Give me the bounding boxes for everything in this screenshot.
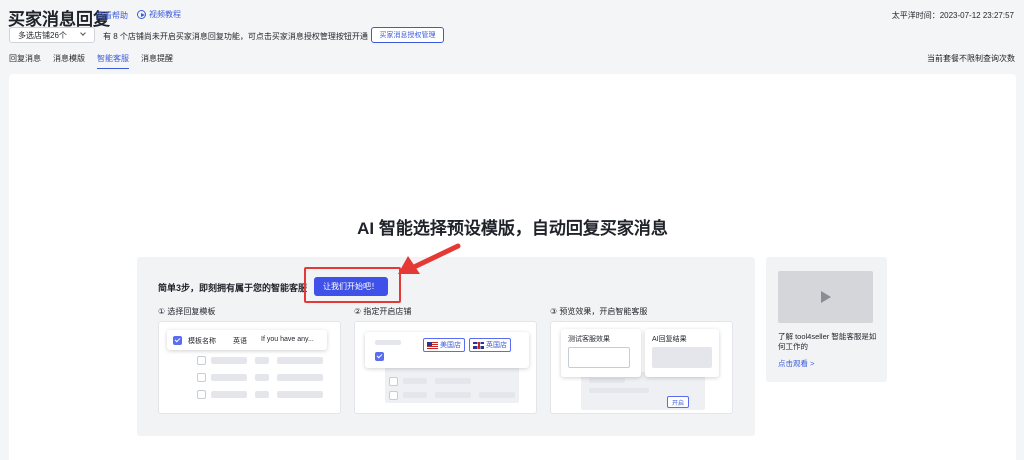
uk-flag-icon: [473, 341, 484, 349]
store-us-chip: 美国店: [423, 338, 465, 352]
store-us-label: 美国店: [440, 342, 461, 349]
main-panel: AI 智能选择预设模版，自动回复买家消息 简单3步，即刻拥有属于您的智能客服 让…: [9, 74, 1016, 460]
store-select[interactable]: 多选店铺26个: [9, 27, 95, 43]
content-cell: If you have any...: [261, 336, 314, 343]
skeleton-bar: [277, 357, 323, 364]
hero-title: AI 智能选择预设模版，自动回复买家消息: [357, 219, 668, 238]
quota-info: 当前套餐不限制查询次数: [927, 54, 1015, 63]
test-input-preview: [568, 347, 630, 368]
store-select-preview: 美国店 英国店: [365, 332, 529, 368]
ai-result-panel: AI回复结果: [645, 329, 719, 377]
step-3-label: ③ 预览效果，开启智能客服: [550, 307, 648, 316]
highlight-box: [304, 267, 401, 303]
tab-reply-messages[interactable]: 回复消息: [9, 53, 41, 69]
row-checkbox: [197, 373, 206, 382]
skeleton-block: [652, 347, 712, 368]
skeleton-bar: [403, 378, 427, 384]
template-name-cell: 模板名称: [188, 338, 216, 345]
step-1-label: ① 选择回复模板: [158, 307, 216, 316]
template-row-preview: 模板名称 英语 If you have any...: [167, 330, 327, 350]
skeleton-bar: [403, 392, 427, 398]
video-thumbnail[interactable]: [778, 271, 873, 323]
watch-link[interactable]: 点击观看 >: [778, 358, 814, 369]
row-checkbox: [389, 391, 398, 400]
annotation-arrow-icon: [398, 243, 461, 274]
test-service-panel: 测试客服效果: [561, 329, 641, 377]
skeleton-bar: [479, 392, 515, 398]
store-uk-label: 英国店: [486, 342, 507, 349]
tab-bar: 回复消息 消息模版 智能客服 消息提醒: [9, 53, 173, 69]
play-circle-icon: [137, 10, 146, 19]
skeleton-bar: [255, 391, 269, 398]
steps-title: 简单3步，即刻拥有属于您的智能客服: [158, 283, 308, 293]
skeleton-bar: [589, 378, 625, 383]
timezone-clock: 太平洋时间：2023-07-12 23:27:57: [891, 11, 1014, 20]
skeleton-bar: [255, 374, 269, 381]
step-3-card: 开启 测试客服效果 AI回复结果: [550, 321, 733, 414]
store-uk-chip: 英国店: [469, 338, 511, 352]
open-button-preview: 开启: [667, 396, 689, 408]
test-service-label: 测试客服效果: [568, 336, 610, 343]
step-1-card: 模板名称 英语 If you have any...: [158, 321, 341, 414]
row-checkbox: [197, 390, 206, 399]
help-link[interactable]: 查看帮助: [96, 10, 128, 21]
skeleton-bar: [277, 374, 323, 381]
video-tutorial-link[interactable]: 视频教程: [137, 9, 181, 20]
ai-result-label: AI回复结果: [652, 336, 687, 343]
store-notice: 有 8 个店铺尚未开启买家消息回复功能，可点击买家消息授权管理按钮开通: [103, 32, 368, 41]
step-2-label: ② 指定开启店铺: [354, 307, 412, 316]
step-2-card: 美国店 英国店: [354, 321, 537, 414]
tab-message-reminders[interactable]: 消息提醒: [141, 53, 173, 69]
row-checkbox: [389, 377, 398, 386]
skeleton-bar: [435, 378, 471, 384]
page-header: 买家消息回复 查看帮助 视频教程 太平洋时间：2023-07-12 23:27:…: [0, 0, 1024, 69]
skeleton-bar: [589, 388, 649, 393]
skeleton-bar: [435, 392, 471, 398]
skeleton-bar: [211, 374, 247, 381]
play-icon: [821, 291, 831, 303]
checkbox-checked-icon: [173, 336, 182, 345]
auth-management-button[interactable]: 买家消息授权管理: [371, 27, 444, 43]
chevron-down-icon: [80, 30, 86, 36]
tab-message-templates[interactable]: 消息模版: [53, 53, 85, 69]
language-cell: 英语: [233, 338, 247, 345]
tab-smart-service[interactable]: 智能客服: [97, 53, 129, 69]
video-description: 了解 tool4seller 智能客服是如何工作的: [778, 332, 877, 351]
video-tutorial-label: 视频教程: [149, 10, 181, 19]
skeleton-bar: [277, 391, 323, 398]
us-flag-icon: [427, 341, 438, 349]
store-select-value: 多选店铺26个: [18, 30, 67, 40]
skeleton-bar: [255, 357, 269, 364]
skeleton-bar: [211, 391, 247, 398]
skeleton-bar: [211, 357, 247, 364]
video-card: 了解 tool4seller 智能客服是如何工作的 点击观看 >: [766, 257, 887, 382]
skeleton-bar: [375, 340, 401, 345]
checkbox-checked-icon: [375, 352, 384, 361]
row-checkbox: [197, 356, 206, 365]
